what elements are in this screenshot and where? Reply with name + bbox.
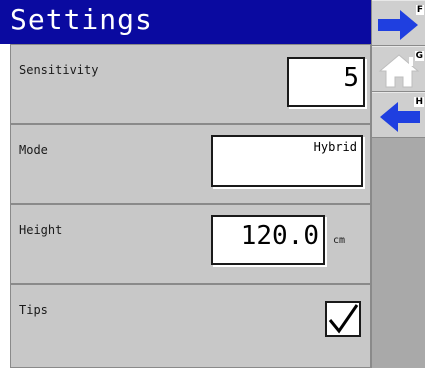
back-button[interactable]: H <box>372 92 425 138</box>
page-title: Settings <box>10 3 153 36</box>
sensitivity-value: 5 <box>343 63 359 93</box>
row-height: Height 120.0 cm <box>10 204 371 284</box>
tips-label: Tips <box>19 303 48 317</box>
checkmark-icon <box>328 304 359 334</box>
key-g-label: G <box>414 51 424 61</box>
mode-value: Hybrid <box>313 140 357 154</box>
mode-label: Mode <box>19 143 48 157</box>
row-mode: Mode Hybrid <box>10 124 371 204</box>
next-button[interactable]: F <box>372 0 425 46</box>
height-value: 120.0 <box>240 221 319 251</box>
height-unit: cm <box>333 235 346 246</box>
settings-panel: Settings Sensitivity 5 Mode Hybrid Heigh… <box>0 0 371 368</box>
title-bar: Settings <box>0 0 371 44</box>
key-h-label: H <box>414 97 424 107</box>
tips-checkbox[interactable] <box>325 301 361 337</box>
side-button-bar: F G H <box>371 0 425 368</box>
key-f-label: F <box>415 5 424 15</box>
height-label: Height <box>19 223 63 237</box>
height-field[interactable]: 120.0 <box>211 215 325 265</box>
sensitivity-label: Sensitivity <box>19 63 99 77</box>
sensitivity-field[interactable]: 5 <box>287 57 365 107</box>
mode-field[interactable]: Hybrid <box>211 135 363 187</box>
row-sensitivity: Sensitivity 5 <box>10 44 371 124</box>
row-tips: Tips <box>10 284 371 368</box>
home-button[interactable]: G <box>372 46 425 92</box>
